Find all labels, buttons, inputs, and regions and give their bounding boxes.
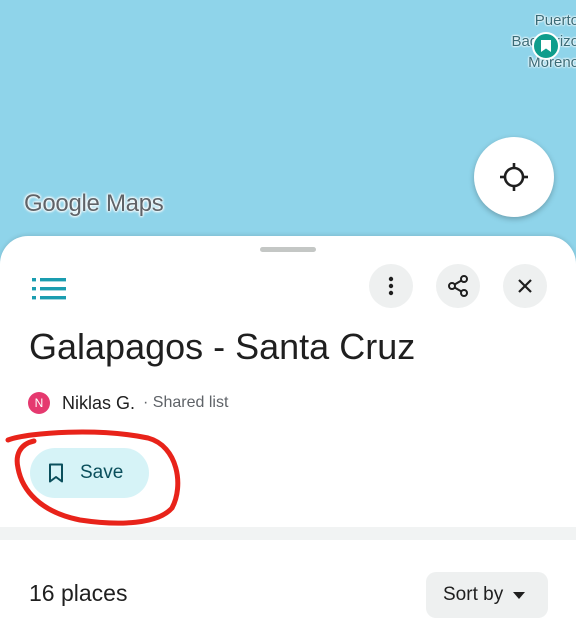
dropdown-caret-icon — [513, 591, 526, 599]
drag-handle[interactable] — [260, 247, 316, 252]
sort-by-button[interactable]: Sort by — [426, 572, 548, 618]
close-button[interactable] — [503, 264, 547, 308]
share-icon — [448, 275, 468, 297]
my-location-button[interactable] — [474, 137, 554, 217]
sort-by-label: Sort by — [443, 584, 504, 605]
my-location-icon — [500, 163, 528, 191]
bookmark-icon — [49, 463, 63, 483]
saved-place-pin-icon[interactable] — [532, 32, 560, 60]
close-icon — [518, 279, 532, 293]
save-button[interactable]: Save — [30, 448, 149, 498]
list-title: Galapagos - Santa Cruz — [29, 326, 416, 367]
places-count: 16 places — [29, 580, 128, 606]
section-divider — [0, 527, 576, 540]
share-button[interactable] — [436, 264, 480, 308]
list-owner-row: N Niklas G. · Shared list — [28, 391, 228, 415]
google-maps-logo: Google Maps — [24, 190, 164, 217]
list-icon — [32, 278, 66, 300]
avatar[interactable]: N — [28, 392, 50, 414]
list-bottom-sheet: Galapagos - Santa Cruz N Niklas G. · Sha… — [0, 236, 576, 625]
more-vert-icon — [388, 276, 394, 296]
save-button-label: Save — [80, 462, 124, 483]
list-type-label: · Shared list — [143, 394, 229, 411]
more-options-button[interactable] — [369, 264, 413, 308]
map-view[interactable]: Puerto Baquerizo Moreno Google Maps — [0, 0, 576, 270]
owner-name[interactable]: Niklas G. — [62, 393, 135, 414]
